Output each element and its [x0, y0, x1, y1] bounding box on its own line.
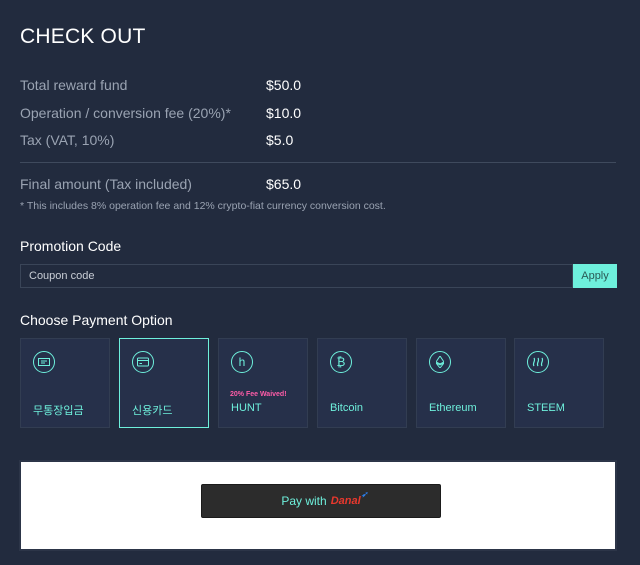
- payment-option-label: HUNT: [231, 402, 262, 414]
- payment-option-label: Bitcoin: [330, 402, 364, 414]
- promotion-heading: Promotion Code: [20, 238, 122, 254]
- final-amount-value: $65.0: [266, 176, 302, 192]
- payment-option-label: 무통장입금: [33, 405, 84, 417]
- apply-button[interactable]: Apply: [573, 264, 617, 288]
- hunt-icon: h: [231, 351, 253, 373]
- danal-logo: Danal ➶: [330, 490, 368, 507]
- summary-value: $50.0: [266, 77, 302, 93]
- payment-option-steem[interactable]: STEEM: [514, 338, 604, 428]
- summary-row-reward-fund: Total reward fund $50.0: [20, 75, 301, 95]
- pay-with-label: Pay with: [281, 494, 327, 508]
- danal-logo-mark-icon: ➶: [360, 490, 368, 499]
- page-title: CHECK OUT: [20, 25, 146, 48]
- summary-value: $10.0: [266, 105, 302, 121]
- summary-divider: [20, 162, 616, 163]
- final-amount-label: Final amount (Tax included): [20, 176, 192, 192]
- payment-option-credit-card[interactable]: 신용카드: [119, 338, 209, 428]
- fee-waived-badge: 20% Fee Waived!: [230, 391, 287, 398]
- payment-option-label: 신용카드: [132, 405, 173, 417]
- danal-brand-text: Danal: [330, 495, 361, 507]
- payment-option-label: Ethereum: [429, 402, 477, 414]
- summary-label: Tax (VAT, 10%): [20, 132, 115, 148]
- payment-option-label: STEEM: [527, 402, 565, 414]
- bank-transfer-icon: [33, 351, 55, 373]
- payment-option-ethereum[interactable]: Ethereum: [416, 338, 506, 428]
- ethereum-icon: [429, 351, 451, 373]
- summary-row-tax: Tax (VAT, 10%) $5.0: [20, 130, 293, 150]
- summary-row-final: Final amount (Tax included) $65.0: [20, 174, 301, 194]
- summary-value: $5.0: [266, 132, 294, 148]
- payment-option-hunt[interactable]: h 20% Fee Waived! HUNT: [218, 338, 308, 428]
- coupon-input[interactable]: [20, 264, 573, 288]
- steem-icon: [527, 351, 549, 373]
- pay-with-danal-button[interactable]: Pay with Danal ➶: [201, 484, 441, 518]
- payment-options: 무통장입금 신용카드 h 20% Fee Waived! HUNT ₿ Bitc…: [20, 338, 604, 428]
- payment-panel: Pay with Danal ➶: [19, 460, 617, 551]
- payment-option-bank-transfer[interactable]: 무통장입금: [20, 338, 110, 428]
- credit-card-icon: [132, 351, 154, 373]
- payment-option-bitcoin[interactable]: ₿ Bitcoin: [317, 338, 407, 428]
- payment-heading: Choose Payment Option: [20, 312, 173, 328]
- bitcoin-icon: ₿: [330, 351, 352, 373]
- fee-note: * This includes 8% operation fee and 12%…: [20, 200, 386, 212]
- summary-label: Total reward fund: [20, 77, 128, 93]
- summary-label: Operation / conversion fee (20%)*: [20, 105, 231, 121]
- summary-row-fee: Operation / conversion fee (20%)* $10.0: [20, 103, 301, 123]
